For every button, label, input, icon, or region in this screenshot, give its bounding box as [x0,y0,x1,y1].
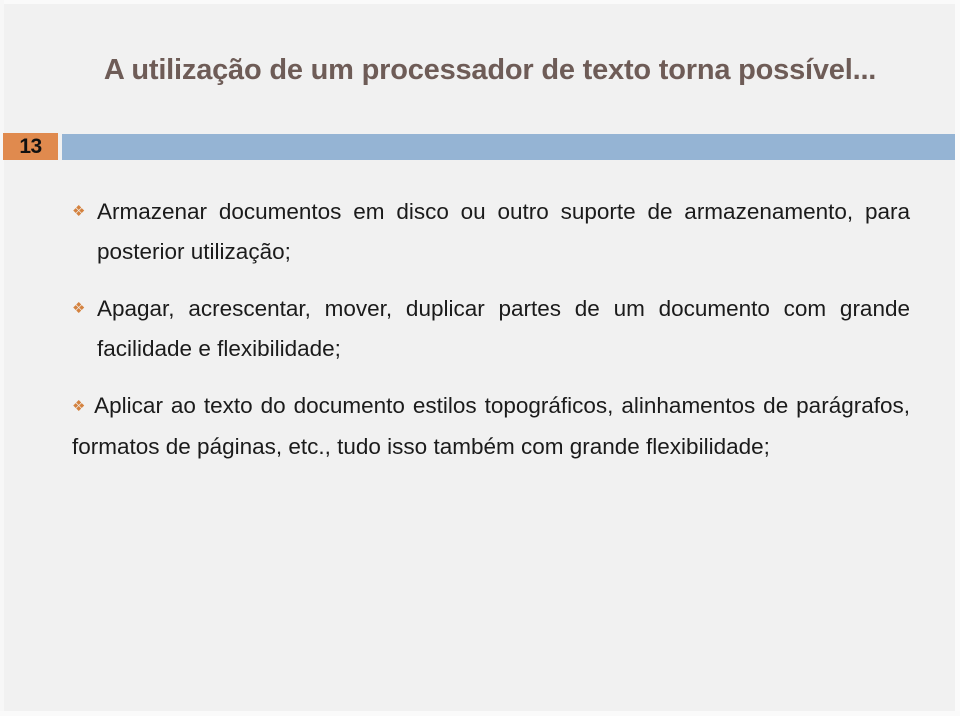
slide-header-rule: 13 [0,132,960,162]
diamond-bullet-icon: ❖ [72,300,86,317]
slide-edge-left [0,0,4,716]
list-item-text: Apagar, acrescentar, mover, duplicar par… [97,296,910,361]
slide-number-text: 13 [19,135,42,158]
slide-edge-right [955,0,960,716]
list-item: ❖ Apagar, acrescentar, mover, duplicar pa… [72,289,910,369]
slide-title: A utilização de um processador de texto … [103,54,877,86]
slide-body-list: ❖ Armazenar documentos em disco ou outro … [72,192,910,467]
diamond-bullet-icon: ❖ [72,398,88,415]
diamond-bullet-icon: ❖ [72,203,86,220]
list-item-text: Armazenar documentos em disco ou outro s… [97,199,910,264]
list-item: ❖ Aplicar ao texto do documento estilos t… [72,386,910,467]
slide-edge-top [0,0,960,4]
slide-edge-bottom [0,711,960,716]
list-item: ❖ Armazenar documentos em disco ou outro … [72,192,910,272]
presentation-slide: A utilização de um processador de texto … [0,0,960,716]
slide-number-badge: 13 [3,133,58,160]
slide-header-bar [62,134,955,160]
list-item-text: Aplicar ao texto do documento estilos to… [72,393,910,459]
